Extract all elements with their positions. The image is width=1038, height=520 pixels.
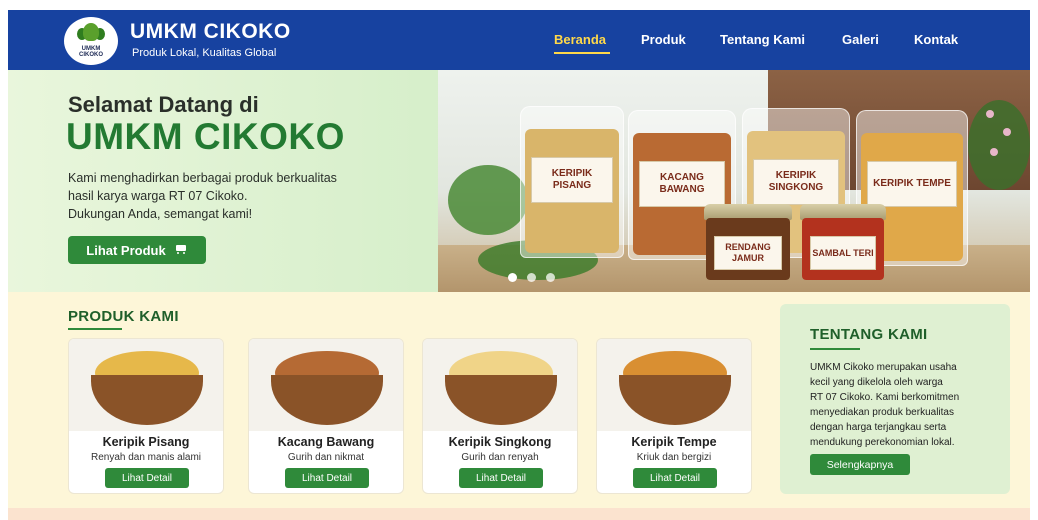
flower-icon bbox=[990, 148, 998, 156]
product-name: Keripik Tempe bbox=[631, 435, 717, 449]
product-jar-sambal-teri: SAMBAL TERI bbox=[800, 204, 886, 280]
logo[interactable]: UMKM CIKOKO bbox=[64, 17, 118, 65]
footer-strip bbox=[8, 508, 1030, 520]
section-divider bbox=[810, 348, 860, 350]
bowl-image bbox=[271, 375, 383, 425]
flower-plant bbox=[968, 100, 1030, 190]
flower-icon bbox=[986, 110, 994, 118]
nav-item-tentang-kami[interactable]: Tentang Kami bbox=[720, 32, 805, 47]
carousel-dots bbox=[508, 273, 555, 282]
top-navbar: UMKM CIKOKO UMKM CIKOKO Produk Lokal, Kua… bbox=[8, 10, 1030, 70]
product-name: Kacang Bawang bbox=[277, 435, 375, 449]
nav-item-beranda[interactable]: Beranda bbox=[554, 32, 606, 47]
product-jar-rendang-jamur: RENDANG JAMUR bbox=[704, 204, 792, 280]
brand-title[interactable]: UMKM CIKOKO bbox=[130, 20, 291, 44]
carousel-dot-1[interactable] bbox=[508, 273, 517, 282]
hero-product-photo: KERIPIK PISANG KACANG BAWANG KERIPIK SIN… bbox=[438, 70, 1030, 292]
product-bag-keripik-pisang: KERIPIK PISANG bbox=[520, 106, 624, 258]
bowl-image bbox=[619, 375, 731, 425]
product-desc: Gurih dan renyah bbox=[461, 452, 539, 463]
brand-tagline: Produk Lokal, Kualitas Global bbox=[132, 47, 277, 59]
selengkapnya-button[interactable]: Selengkapnya bbox=[810, 454, 910, 475]
hero-title: UMKM CIKOKO bbox=[66, 116, 345, 157]
logo-text: UMKM CIKOKO bbox=[79, 46, 103, 58]
nav-item-produk[interactable]: Produk bbox=[641, 32, 686, 47]
flower-icon bbox=[1003, 128, 1011, 136]
plant-decoration bbox=[448, 165, 528, 235]
lihat-detail-button[interactable]: Lihat Detail bbox=[459, 468, 543, 488]
product-image bbox=[597, 339, 751, 431]
lihat-produk-button[interactable]: Lihat Produk bbox=[68, 236, 206, 264]
about-description: UMKM Cikoko merupakan usaha kecil yang d… bbox=[810, 362, 960, 448]
section-divider bbox=[68, 328, 122, 330]
lihat-detail-button[interactable]: Lihat Detail bbox=[105, 468, 189, 488]
hero-description: Kami menghadirkan berbagai produk berkua… bbox=[68, 171, 337, 221]
product-image bbox=[423, 339, 577, 431]
product-card[interactable]: Keripik Pisang Renyah dan manis alami Li… bbox=[68, 338, 224, 494]
product-desc: Kriuk dan bergizi bbox=[636, 452, 712, 463]
product-name: Keripik Pisang bbox=[102, 435, 190, 449]
lihat-detail-button[interactable]: Lihat Detail bbox=[633, 468, 717, 488]
product-desc: Gurih dan nikmat bbox=[287, 452, 365, 463]
cart-icon bbox=[174, 244, 188, 256]
products-section-title: PRODUK KAMI bbox=[68, 308, 179, 325]
product-name: Keripik Singkong bbox=[448, 435, 552, 449]
plant-icon bbox=[83, 23, 99, 41]
product-image bbox=[249, 339, 403, 431]
active-nav-indicator bbox=[554, 52, 610, 54]
nav-item-galeri[interactable]: Galeri bbox=[842, 32, 879, 47]
nav-item-kontak[interactable]: Kontak bbox=[914, 32, 958, 47]
page: UMKM CIKOKO UMKM CIKOKO Produk Lokal, Kua… bbox=[8, 10, 1030, 520]
product-card[interactable]: Kacang Bawang Gurih dan nikmat Lihat Det… bbox=[248, 338, 404, 494]
hero-banner: KERIPIK PISANG KACANG BAWANG KERIPIK SIN… bbox=[8, 70, 1030, 292]
carousel-dot-3[interactable] bbox=[546, 273, 555, 282]
product-card[interactable]: Keripik Singkong Gurih dan renyah Lihat … bbox=[422, 338, 578, 494]
hero-greeting: Selamat Datang di bbox=[68, 92, 259, 117]
product-image bbox=[69, 339, 223, 431]
about-panel: TENTANG KAMI UMKM Cikoko merupakan usaha… bbox=[780, 304, 1010, 494]
product-card[interactable]: Keripik Tempe Kriuk dan bergizi Lihat De… bbox=[596, 338, 752, 494]
lihat-detail-button[interactable]: Lihat Detail bbox=[285, 468, 369, 488]
bowl-image bbox=[445, 375, 557, 425]
product-desc: Renyah dan manis alami bbox=[90, 452, 202, 463]
bowl-image bbox=[91, 375, 203, 425]
carousel-dot-2[interactable] bbox=[527, 273, 536, 282]
about-title: TENTANG KAMI bbox=[810, 326, 928, 343]
